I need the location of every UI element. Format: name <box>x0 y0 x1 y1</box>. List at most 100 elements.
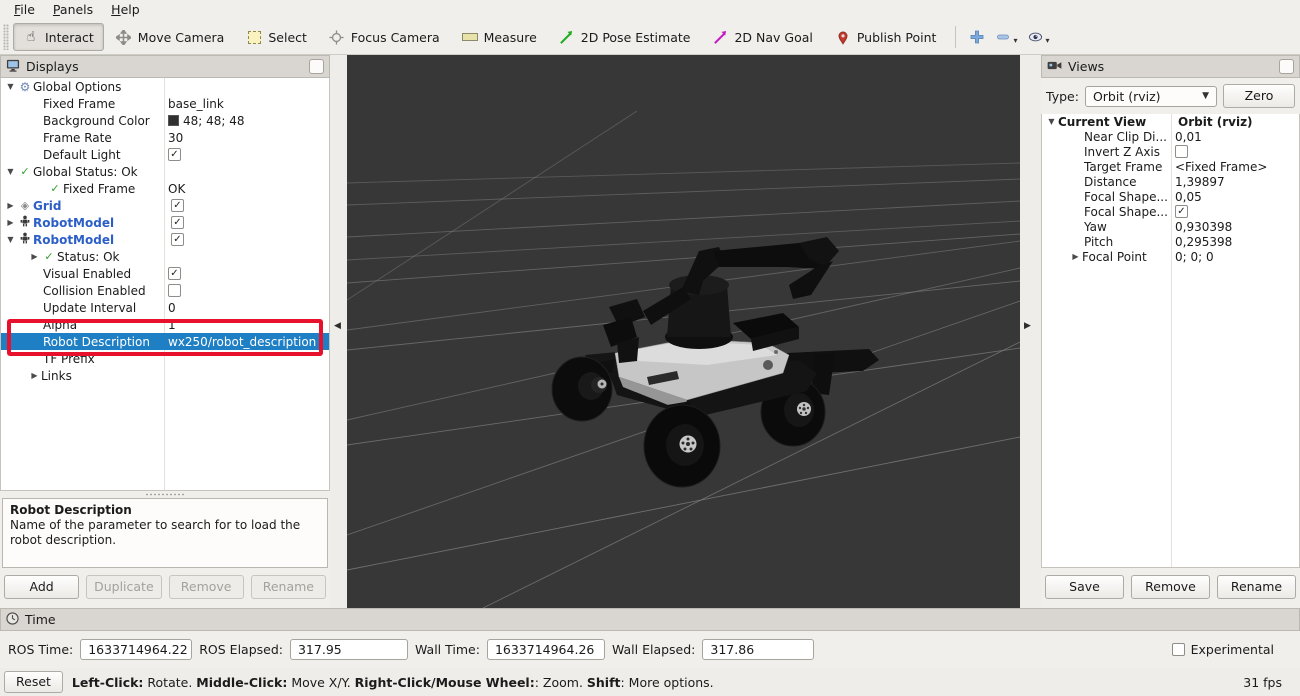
displays-panel-header[interactable]: Displays <box>0 55 330 78</box>
tree-row[interactable]: Fixed Frame base_link <box>1 95 329 112</box>
undock-button[interactable] <box>309 59 324 74</box>
left-splitter[interactable]: ◀ <box>330 55 347 608</box>
tree-row-grid-display[interactable]: ▶◈Grid ✓ <box>1 197 329 214</box>
publish-point-tool-button[interactable]: Publish Point <box>825 23 947 51</box>
help-splitter-handle[interactable] <box>0 491 330 498</box>
nav-goal-tool-button[interactable]: 2D Nav Goal <box>702 23 822 51</box>
views-buttons: Save Remove Rename <box>1041 568 1300 608</box>
checkbox[interactable]: ✓ <box>171 216 184 229</box>
tree-row-robotmodel-display[interactable]: ▶RobotModel ✓ <box>1 214 329 231</box>
tree-row[interactable]: Collision Enabled <box>1 282 329 299</box>
tree-row-current-view[interactable]: ▼Current View Orbit (rviz) <box>1042 114 1299 129</box>
rename-button[interactable]: Rename <box>251 575 326 599</box>
tree-row[interactable]: Background Color 48; 48; 48 <box>1 112 329 129</box>
remove-tool-button[interactable]: ▾ <box>990 26 1022 48</box>
pose-estimate-tool-button[interactable]: 2D Pose Estimate <box>549 23 701 51</box>
move-camera-tool-button[interactable]: Move Camera <box>106 23 235 51</box>
collapse-arrow-icon[interactable]: ▶ <box>28 371 41 380</box>
publish-point-label: Publish Point <box>857 30 937 45</box>
undock-button[interactable] <box>1279 59 1294 74</box>
focus-camera-tool-button[interactable]: Focus Camera <box>319 23 450 51</box>
select-tool-button[interactable]: Select <box>236 23 317 51</box>
zero-button[interactable]: Zero <box>1223 84 1295 108</box>
tree-row[interactable]: ▶Focal Point 0; 0; 0 <box>1042 249 1299 264</box>
hand-icon: ☝ <box>23 29 39 45</box>
view-type-combobox[interactable]: Orbit (rviz) ▼ <box>1085 86 1217 107</box>
tree-row[interactable]: Focal Shape... ✓ <box>1042 204 1299 219</box>
wall-time-input[interactable]: 1633714964.26 <box>487 639 605 660</box>
tree-row[interactable]: Default Light ✓ <box>1 146 329 163</box>
collapse-arrow-icon[interactable]: ▶ <box>4 201 17 210</box>
measure-tool-button[interactable]: Measure <box>452 23 547 51</box>
experimental-label: Experimental <box>1191 642 1274 657</box>
dropdown-caret-icon: ▾ <box>1045 36 1049 45</box>
time-panel-header[interactable]: Time <box>0 608 1300 631</box>
ros-elapsed-input[interactable]: 317.95 <box>290 639 408 660</box>
remove-button[interactable]: Remove <box>1131 575 1210 599</box>
displays-tree[interactable]: ▼⚙Global Options Fixed Frame base_link B… <box>0 78 330 491</box>
save-button[interactable]: Save <box>1045 575 1124 599</box>
tree-row[interactable]: ✓Fixed Frame OK <box>1 180 329 197</box>
tree-row[interactable]: Yaw 0,930398 <box>1042 219 1299 234</box>
collapse-arrow-icon[interactable]: ▼ <box>1045 117 1058 126</box>
status-ok-icon: ✓ <box>47 182 63 195</box>
reset-button[interactable]: Reset <box>4 671 63 693</box>
tree-row[interactable]: Target Frame <Fixed Frame> <box>1042 159 1299 174</box>
tree-row[interactable]: Near Clip Di... 0,01 <box>1042 129 1299 144</box>
checkbox[interactable]: ✓ <box>1175 205 1188 218</box>
tree-row[interactable]: Update Interval 0 <box>1 299 329 316</box>
tree-row[interactable]: ▼⚙Global Options <box>1 78 329 95</box>
tree-row[interactable]: Pitch 0,295398 <box>1042 234 1299 249</box>
3d-viewport[interactable] <box>347 55 1020 608</box>
tree-row-robotmodel-display[interactable]: ▼RobotModel ✓ <box>1 231 329 248</box>
grid-icon: ◈ <box>17 199 33 212</box>
tree-row[interactable]: TF Prefix <box>1 350 329 367</box>
robot-icon <box>17 232 33 247</box>
tree-row[interactable]: Alpha 1 <box>1 316 329 333</box>
ros-elapsed-label: ROS Elapsed: <box>199 642 283 657</box>
menu-panels[interactable]: Panels <box>45 1 101 19</box>
tree-row[interactable]: Invert Z Axis <box>1042 144 1299 159</box>
duplicate-button[interactable]: Duplicate <box>86 575 161 599</box>
checkbox[interactable]: ✓ <box>171 233 184 246</box>
wall-elapsed-input[interactable]: 317.86 <box>702 639 814 660</box>
tree-row[interactable]: ▼✓Global Status: Ok <box>1 163 329 180</box>
add-button[interactable]: Add <box>4 575 79 599</box>
checkbox[interactable] <box>168 284 181 297</box>
rename-button[interactable]: Rename <box>1217 575 1296 599</box>
tree-row[interactable]: Focal Shape... 0,05 <box>1042 189 1299 204</box>
remove-button[interactable]: Remove <box>169 575 244 599</box>
tree-row[interactable]: Distance 1,39897 <box>1042 174 1299 189</box>
collapse-right-icon[interactable]: ▶ <box>1024 321 1031 331</box>
menu-file[interactable]: File <box>6 1 43 19</box>
tree-row-robot-description[interactable]: Robot Description wx250/robot_descriptio… <box>1 333 329 350</box>
tree-row[interactable]: Visual Enabled ✓ <box>1 265 329 282</box>
views-tree[interactable]: ▼Current View Orbit (rviz) Near Clip Di.… <box>1041 114 1300 568</box>
collapse-arrow-icon[interactable]: ▼ <box>4 167 17 176</box>
interact-tool-button[interactable]: ☝ Interact <box>13 23 104 51</box>
collapse-arrow-icon[interactable]: ▶ <box>1069 252 1082 261</box>
collapse-arrow-icon[interactable]: ▶ <box>28 252 41 261</box>
collapse-arrow-icon[interactable]: ▼ <box>4 235 17 244</box>
collapse-left-icon[interactable]: ◀ <box>334 321 341 331</box>
checkbox[interactable]: ✓ <box>168 148 181 161</box>
ros-time-label: ROS Time: <box>8 642 73 657</box>
checkbox[interactable]: ✓ <box>168 267 181 280</box>
toolbar-drag-handle[interactable] <box>3 24 9 50</box>
checkbox[interactable] <box>1175 145 1188 158</box>
views-panel-header[interactable]: Views <box>1041 55 1300 78</box>
toolbar-separator <box>955 26 956 48</box>
tree-row[interactable]: ▶Links <box>1 367 329 384</box>
menu-help[interactable]: Help <box>103 1 148 19</box>
add-tool-button[interactable] <box>964 26 990 48</box>
visibility-tool-button[interactable]: ▾ <box>1022 26 1054 48</box>
status-ok-icon: ✓ <box>17 165 33 178</box>
collapse-arrow-icon[interactable]: ▼ <box>4 82 17 91</box>
experimental-checkbox[interactable] <box>1172 643 1185 656</box>
tree-row[interactable]: Frame Rate 30 <box>1 129 329 146</box>
right-splitter[interactable]: ▶ <box>1020 55 1041 608</box>
checkbox[interactable]: ✓ <box>171 199 184 212</box>
collapse-arrow-icon[interactable]: ▶ <box>4 218 17 227</box>
tree-row[interactable]: ▶✓Status: Ok <box>1 248 329 265</box>
ros-time-input[interactable]: 1633714964.22 <box>80 639 192 660</box>
